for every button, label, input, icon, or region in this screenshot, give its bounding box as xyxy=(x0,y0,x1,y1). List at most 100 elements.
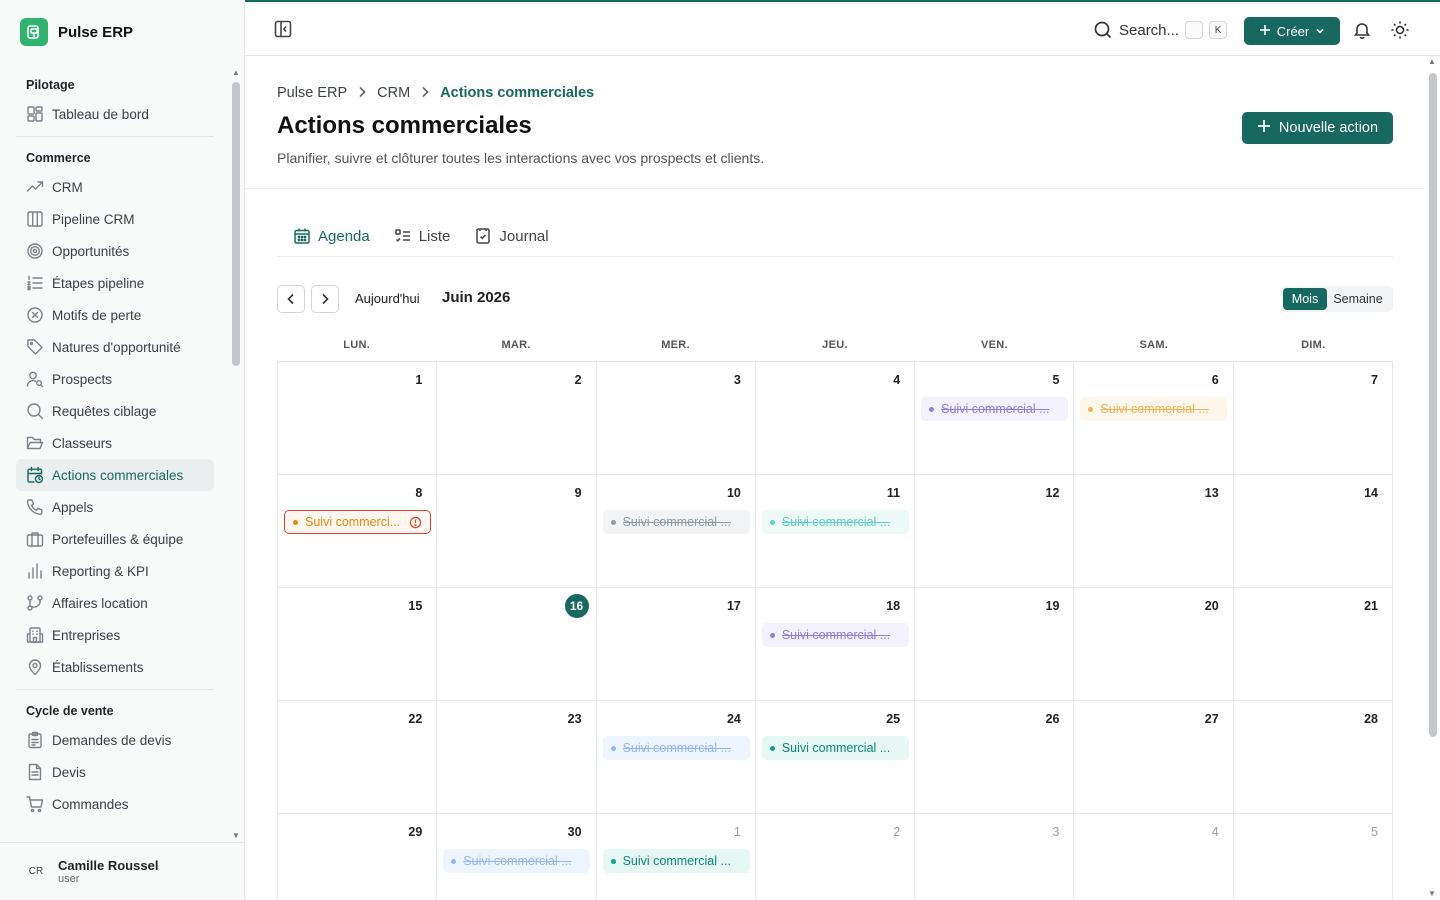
event-chip[interactable]: Suivi commercial ... xyxy=(443,849,591,873)
event-chip[interactable]: Suivi commercial ... xyxy=(921,397,1069,421)
scroll-down-icon[interactable]: ▼ xyxy=(232,831,240,840)
day-cell[interactable]: 23 xyxy=(437,701,597,814)
event-label: Suivi commercial ... xyxy=(781,741,891,755)
view-week-button[interactable]: Semaine xyxy=(1327,288,1389,310)
day-cell[interactable]: 4 xyxy=(755,362,916,475)
sidebar-item-portefeuilles-equipe[interactable]: Portefeuilles & équipe xyxy=(16,523,214,555)
tab-agenda[interactable]: Agenda xyxy=(293,222,370,250)
day-cell[interactable]: 2 xyxy=(437,362,597,475)
sidebar-item-etablissements[interactable]: Établissements xyxy=(16,651,214,683)
day-cell[interactable]: 2 xyxy=(756,814,916,900)
day-cell[interactable]: 1 xyxy=(278,362,438,475)
sidebar-item-commandes[interactable]: Commandes xyxy=(16,788,214,820)
tab-liste[interactable]: Liste xyxy=(394,222,450,250)
day-cell[interactable]: 22 xyxy=(278,701,438,814)
breadcrumb-item-app[interactable]: Pulse ERP xyxy=(277,85,347,101)
view-month-button[interactable]: Mois xyxy=(1283,288,1327,310)
event-chip[interactable]: Suivi commercial ... xyxy=(602,736,750,760)
sidebar-scroll-thumb[interactable] xyxy=(232,82,240,366)
sidebar-toggle-icon[interactable] xyxy=(273,19,295,41)
event-chip[interactable]: Suivi commercial ... xyxy=(761,736,909,760)
day-cell[interactable]: 7 xyxy=(1233,362,1393,475)
chevron-right-icon xyxy=(322,293,329,305)
scroll-down-icon[interactable]: ▼ xyxy=(1428,889,1436,898)
day-cell[interactable]: 30 Suivi commercial ... xyxy=(437,814,597,900)
new-action-button[interactable]: Nouvelle action xyxy=(1242,112,1393,144)
sidebar-item-tableau-de-bord[interactable]: Tableau de bord xyxy=(16,98,214,130)
day-cell[interactable]: 19 xyxy=(915,588,1075,701)
sidebar-item-crm[interactable]: CRM xyxy=(16,171,214,203)
event-chip[interactable]: Suivi commercial ... xyxy=(761,510,909,534)
day-cell[interactable]: 17 xyxy=(596,588,756,701)
day-cell[interactable]: 14 xyxy=(1233,475,1393,588)
breadcrumb-item-crm[interactable]: CRM xyxy=(377,85,410,101)
sidebar-scrollbar[interactable]: ▲ ▼ xyxy=(231,68,241,840)
sidebar-item-actions-commerciales[interactable]: Actions commerciales xyxy=(16,459,214,491)
day-cell[interactable]: 12 xyxy=(915,475,1075,588)
day-cell[interactable]: 29 xyxy=(278,814,438,900)
today-button[interactable]: Aujourd'hui xyxy=(355,291,420,306)
day-cell[interactable]: 27 xyxy=(1074,701,1234,814)
sidebar-item-entreprises[interactable]: Entreprises xyxy=(16,619,214,651)
brand[interactable]: Pulse ERP xyxy=(20,18,133,46)
day-cell[interactable]: 8 Suivi commerci... xyxy=(278,475,438,588)
sidebar-item-natures-d-opportunite[interactable]: Natures d'opportunité xyxy=(16,331,214,363)
day-cell[interactable]: 5 Suivi commercial ... xyxy=(915,362,1075,475)
create-button[interactable]: Créer xyxy=(1244,17,1340,45)
sidebar-item-requetes-ciblage[interactable]: Requêtes ciblage xyxy=(16,395,214,427)
day-cell[interactable]: 11 Suivi commercial ... xyxy=(755,475,916,588)
month-label: Juin 2026 xyxy=(442,289,511,306)
sidebar-item-prospects[interactable]: Prospects xyxy=(16,363,214,395)
sidebar-item-opportunites[interactable]: Opportunités xyxy=(16,235,214,267)
day-cell[interactable]: 26 xyxy=(915,701,1075,814)
sidebar-item-affaires-location[interactable]: Affaires location xyxy=(16,587,214,619)
day-cell[interactable]: 5 xyxy=(1234,814,1393,900)
sidebar-item-label: Reporting & KPI xyxy=(52,563,149,579)
day-cell[interactable]: 28 xyxy=(1233,701,1393,814)
tab-journal[interactable]: Journal xyxy=(474,222,549,250)
event-chip[interactable]: Suivi commercial ... xyxy=(602,510,750,534)
sidebar-item-label: Pipeline CRM xyxy=(52,211,135,227)
sidebar-item-devis[interactable]: Devis xyxy=(16,756,214,788)
day-cell[interactable]: 18 Suivi commercial ... xyxy=(755,588,916,701)
sidebar-item-motifs-de-perte[interactable]: Motifs de perte xyxy=(16,299,214,331)
next-month-button[interactable] xyxy=(311,285,339,313)
sidebar-item-appels[interactable]: Appels xyxy=(16,491,214,523)
day-cell[interactable]: 25 Suivi commercial ... xyxy=(755,701,916,814)
bell-icon[interactable] xyxy=(1352,20,1372,40)
theme-toggle-sun-icon[interactable] xyxy=(1390,20,1410,40)
day-cell[interactable]: 15 xyxy=(278,588,438,701)
sidebar-item-etapes-pipeline[interactable]: Étapes pipeline xyxy=(16,267,214,299)
day-cell[interactable]: 3 xyxy=(596,362,756,475)
day-cell[interactable]: 24 Suivi commercial ... xyxy=(596,701,756,814)
day-cell[interactable]: 16 xyxy=(437,588,597,701)
user-profile[interactable]: CR Camille Roussel user xyxy=(0,842,244,900)
plus-icon xyxy=(1257,119,1271,137)
sidebar-item-demandes-de-devis[interactable]: Demandes de devis xyxy=(16,724,214,756)
scroll-up-icon[interactable]: ▲ xyxy=(232,68,240,77)
event-chip[interactable]: Suivi commercial ... xyxy=(602,849,750,873)
day-cell[interactable]: 10 Suivi commercial ... xyxy=(596,475,756,588)
search-trigger[interactable]: Search... K xyxy=(1093,17,1228,43)
sidebar-item-label: Entreprises xyxy=(52,627,121,643)
sidebar-item-pipeline-crm[interactable]: Pipeline CRM xyxy=(16,203,214,235)
event-chip[interactable]: Suivi commercial ... xyxy=(1080,397,1228,421)
sidebar-item-reporting-kpi[interactable]: Reporting & KPI xyxy=(16,555,214,587)
day-cell[interactable]: 9 xyxy=(437,475,597,588)
event-chip[interactable]: Suivi commercial ... xyxy=(761,623,909,647)
scroll-up-icon[interactable]: ▲ xyxy=(1428,57,1436,66)
day-cell[interactable]: 13 xyxy=(1074,475,1234,588)
day-cell[interactable]: 6 Suivi commercial ... xyxy=(1074,362,1234,475)
event-status-dot xyxy=(610,745,616,751)
day-cell[interactable]: 3 xyxy=(915,814,1075,900)
main-scrollbar[interactable]: ▲ ▼ xyxy=(1426,57,1440,900)
prev-month-button[interactable] xyxy=(277,285,305,313)
sidebar-item-classeurs[interactable]: Classeurs xyxy=(16,427,214,459)
day-cell[interactable]: 20 xyxy=(1074,588,1234,701)
main-scroll-thumb[interactable] xyxy=(1429,73,1437,737)
day-cell[interactable]: 4 xyxy=(1074,814,1234,900)
day-cell[interactable]: 21 xyxy=(1233,588,1393,701)
view-tabs: Agenda Liste Journal xyxy=(277,222,1393,257)
day-cell[interactable]: 1 Suivi commercial ... xyxy=(597,814,756,900)
event-chip[interactable]: Suivi commerci... xyxy=(284,510,431,534)
